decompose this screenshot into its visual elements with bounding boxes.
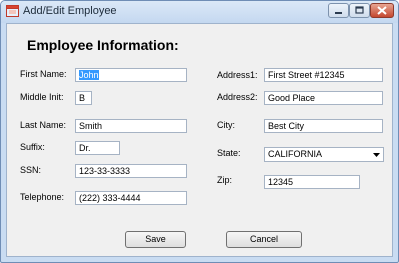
first-name-input[interactable]: John — [75, 68, 187, 82]
last-name-input[interactable]: Smith — [75, 119, 187, 133]
close-button[interactable] — [370, 3, 394, 18]
form-panel: Employee Information: First Name: John M… — [6, 23, 393, 257]
minimize-button[interactable] — [328, 3, 349, 18]
form-heading: Employee Information: — [27, 37, 179, 53]
suffix-label: Suffix: — [20, 142, 45, 152]
employee-dialog-window: Add/Edit Employee Employee Information: … — [0, 0, 399, 263]
title-bar[interactable]: Add/Edit Employee — [1, 1, 398, 23]
cancel-button[interactable]: Cancel — [226, 231, 302, 248]
state-selected-value: CALIFORNIA — [268, 149, 323, 159]
address1-input[interactable]: First Street #12345 — [264, 68, 383, 82]
address2-input[interactable]: Good Place — [264, 91, 383, 105]
telephone-input[interactable]: (222) 333-4444 — [75, 191, 187, 205]
save-button[interactable]: Save — [125, 231, 186, 248]
zip-input[interactable]: 12345 — [264, 175, 360, 189]
maximize-icon — [355, 6, 364, 14]
first-name-value: John — [79, 70, 99, 80]
middle-init-label: Middle Init: — [20, 92, 64, 102]
zip-label: Zip: — [217, 175, 233, 185]
last-name-label: Last Name: — [20, 120, 67, 130]
close-icon — [377, 6, 387, 15]
middle-init-input[interactable]: B — [75, 91, 92, 105]
minimize-icon — [335, 12, 342, 14]
telephone-label: Telephone: — [20, 192, 65, 202]
maximize-button[interactable] — [349, 3, 370, 18]
city-label: City: — [217, 120, 235, 130]
address1-label: Address1: — [217, 70, 258, 80]
address2-label: Address2: — [217, 92, 258, 102]
app-icon — [6, 5, 19, 17]
window-title: Add/Edit Employee — [23, 5, 117, 17]
state-label: State: — [217, 148, 241, 158]
state-dropdown[interactable]: CALIFORNIA — [264, 147, 384, 162]
chevron-down-icon — [373, 153, 380, 157]
suffix-input[interactable]: Dr. — [75, 141, 120, 155]
first-name-label: First Name: — [20, 69, 67, 79]
ssn-input[interactable]: 123-33-3333 — [75, 164, 187, 178]
ssn-label: SSN: — [20, 165, 42, 175]
city-input[interactable]: Best City — [264, 119, 383, 133]
